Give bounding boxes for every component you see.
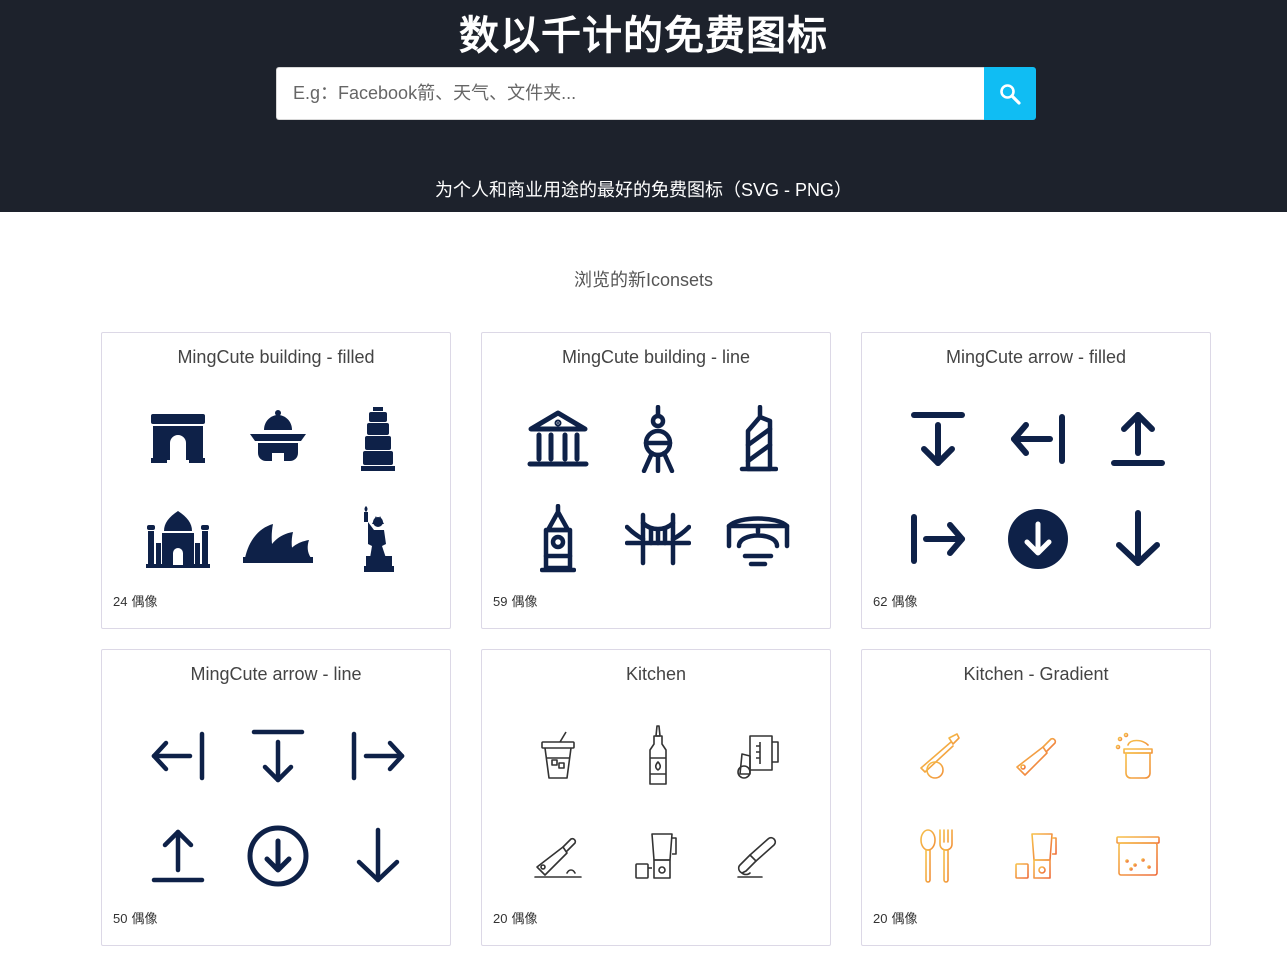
card-icon-grid: [888, 706, 1188, 906]
card-count: 20 偶像: [493, 911, 538, 926]
statue-of-liberty-icon: [328, 489, 428, 589]
arc-de-triomphe-icon: [128, 389, 228, 489]
card-title: MingCute arrow - line: [190, 664, 362, 684]
arrow-right-from-line-icon: [328, 706, 428, 806]
hero-subtitle: 为个人和商业用途的最好的免费图标（SVG - PNG）: [434, 180, 852, 200]
iconset-card[interactable]: Kitchen 20 偶像: [481, 649, 831, 946]
iconset-card[interactable]: MingCute building - filled 24 偶像: [101, 332, 451, 629]
section-title: 浏览的新Iconsets: [573, 270, 714, 290]
hero-banner: 数以千计的免费图标 为个人和商业用途的最好的免费图标（SVG - PNG）: [0, 0, 1287, 212]
arrow-down-icon: [328, 806, 428, 906]
iconset-card[interactable]: MingCute arrow - line 50 偶像: [101, 649, 451, 946]
card-title: Kitchen - Gradient: [963, 664, 1109, 684]
taj-mahal-icon: [128, 489, 228, 589]
iconset-card[interactable]: Kitchen - Gradient 20 偶像: [861, 649, 1211, 946]
blender-icon: [988, 806, 1088, 906]
card-title: MingCute building - filled: [177, 347, 375, 367]
search-icon: [1000, 83, 1021, 105]
search-button[interactable]: [984, 67, 1036, 120]
iconset-card[interactable]: MingCute arrow - filled 62 偶像: [861, 332, 1211, 629]
card-count: 50 偶像: [113, 911, 158, 926]
arrow-down-to-line-icon: [888, 389, 988, 489]
arrow-up-from-line-icon: [1088, 389, 1188, 489]
blender-icon: [608, 806, 708, 906]
card-title: MingCute arrow - filled: [945, 347, 1127, 367]
arrow-down-to-line-icon: [228, 706, 328, 806]
search-bar: [276, 67, 1036, 120]
card-icon-grid: [508, 706, 808, 906]
pavilion-icon: [228, 389, 328, 489]
cleaver-icon: [508, 806, 608, 906]
spoon-fork-icon: [888, 806, 988, 906]
card-title: Kitchen: [625, 664, 687, 684]
card-icon-grid: [128, 706, 428, 906]
measuring-jug-icon: [708, 706, 808, 806]
hero-title: 数以千计的免费图标: [459, 14, 828, 58]
card-count: 20 偶像: [873, 911, 918, 926]
spatula-icon: [708, 806, 808, 906]
sauce-bottle-icon: [608, 706, 708, 806]
big-ben-icon: [508, 489, 608, 589]
food-container-icon: [1088, 806, 1188, 906]
arrow-right-from-line-icon: [888, 489, 988, 589]
card-icon-grid: [128, 389, 428, 589]
pagoda-icon: [328, 389, 428, 489]
drink-cup-icon: [508, 706, 608, 806]
card-icon-grid: [508, 389, 808, 589]
arrow-up-from-line-icon: [128, 806, 228, 906]
cooking-pot-icon: [1088, 706, 1188, 806]
iconset-card[interactable]: MingCute building - line 59 偶像: [481, 332, 831, 629]
arrow-down-circle-icon: [228, 806, 328, 906]
arrow-left-to-line-icon: [128, 706, 228, 806]
bridge-icon: [608, 489, 708, 589]
card-title: MingCute building - line: [561, 347, 751, 367]
skyscraper-icon: [708, 389, 808, 489]
knife-onion-icon: [888, 706, 988, 806]
opera-house-icon: [228, 489, 328, 589]
bank-icon: [508, 389, 608, 489]
card-count: 59 偶像: [493, 594, 538, 609]
arrow-down-circle-icon: [988, 489, 1088, 589]
card-icon-grid: [888, 389, 1188, 589]
card-count: 62 偶像: [873, 594, 918, 609]
card-count: 24 偶像: [113, 594, 158, 609]
search-input[interactable]: [276, 67, 984, 120]
cleaver-icon: [988, 706, 1088, 806]
arrow-left-to-line-icon: [988, 389, 1088, 489]
arch-bridge-icon: [708, 489, 808, 589]
arrow-down-icon: [1088, 489, 1188, 589]
tv-tower-icon: [608, 389, 708, 489]
